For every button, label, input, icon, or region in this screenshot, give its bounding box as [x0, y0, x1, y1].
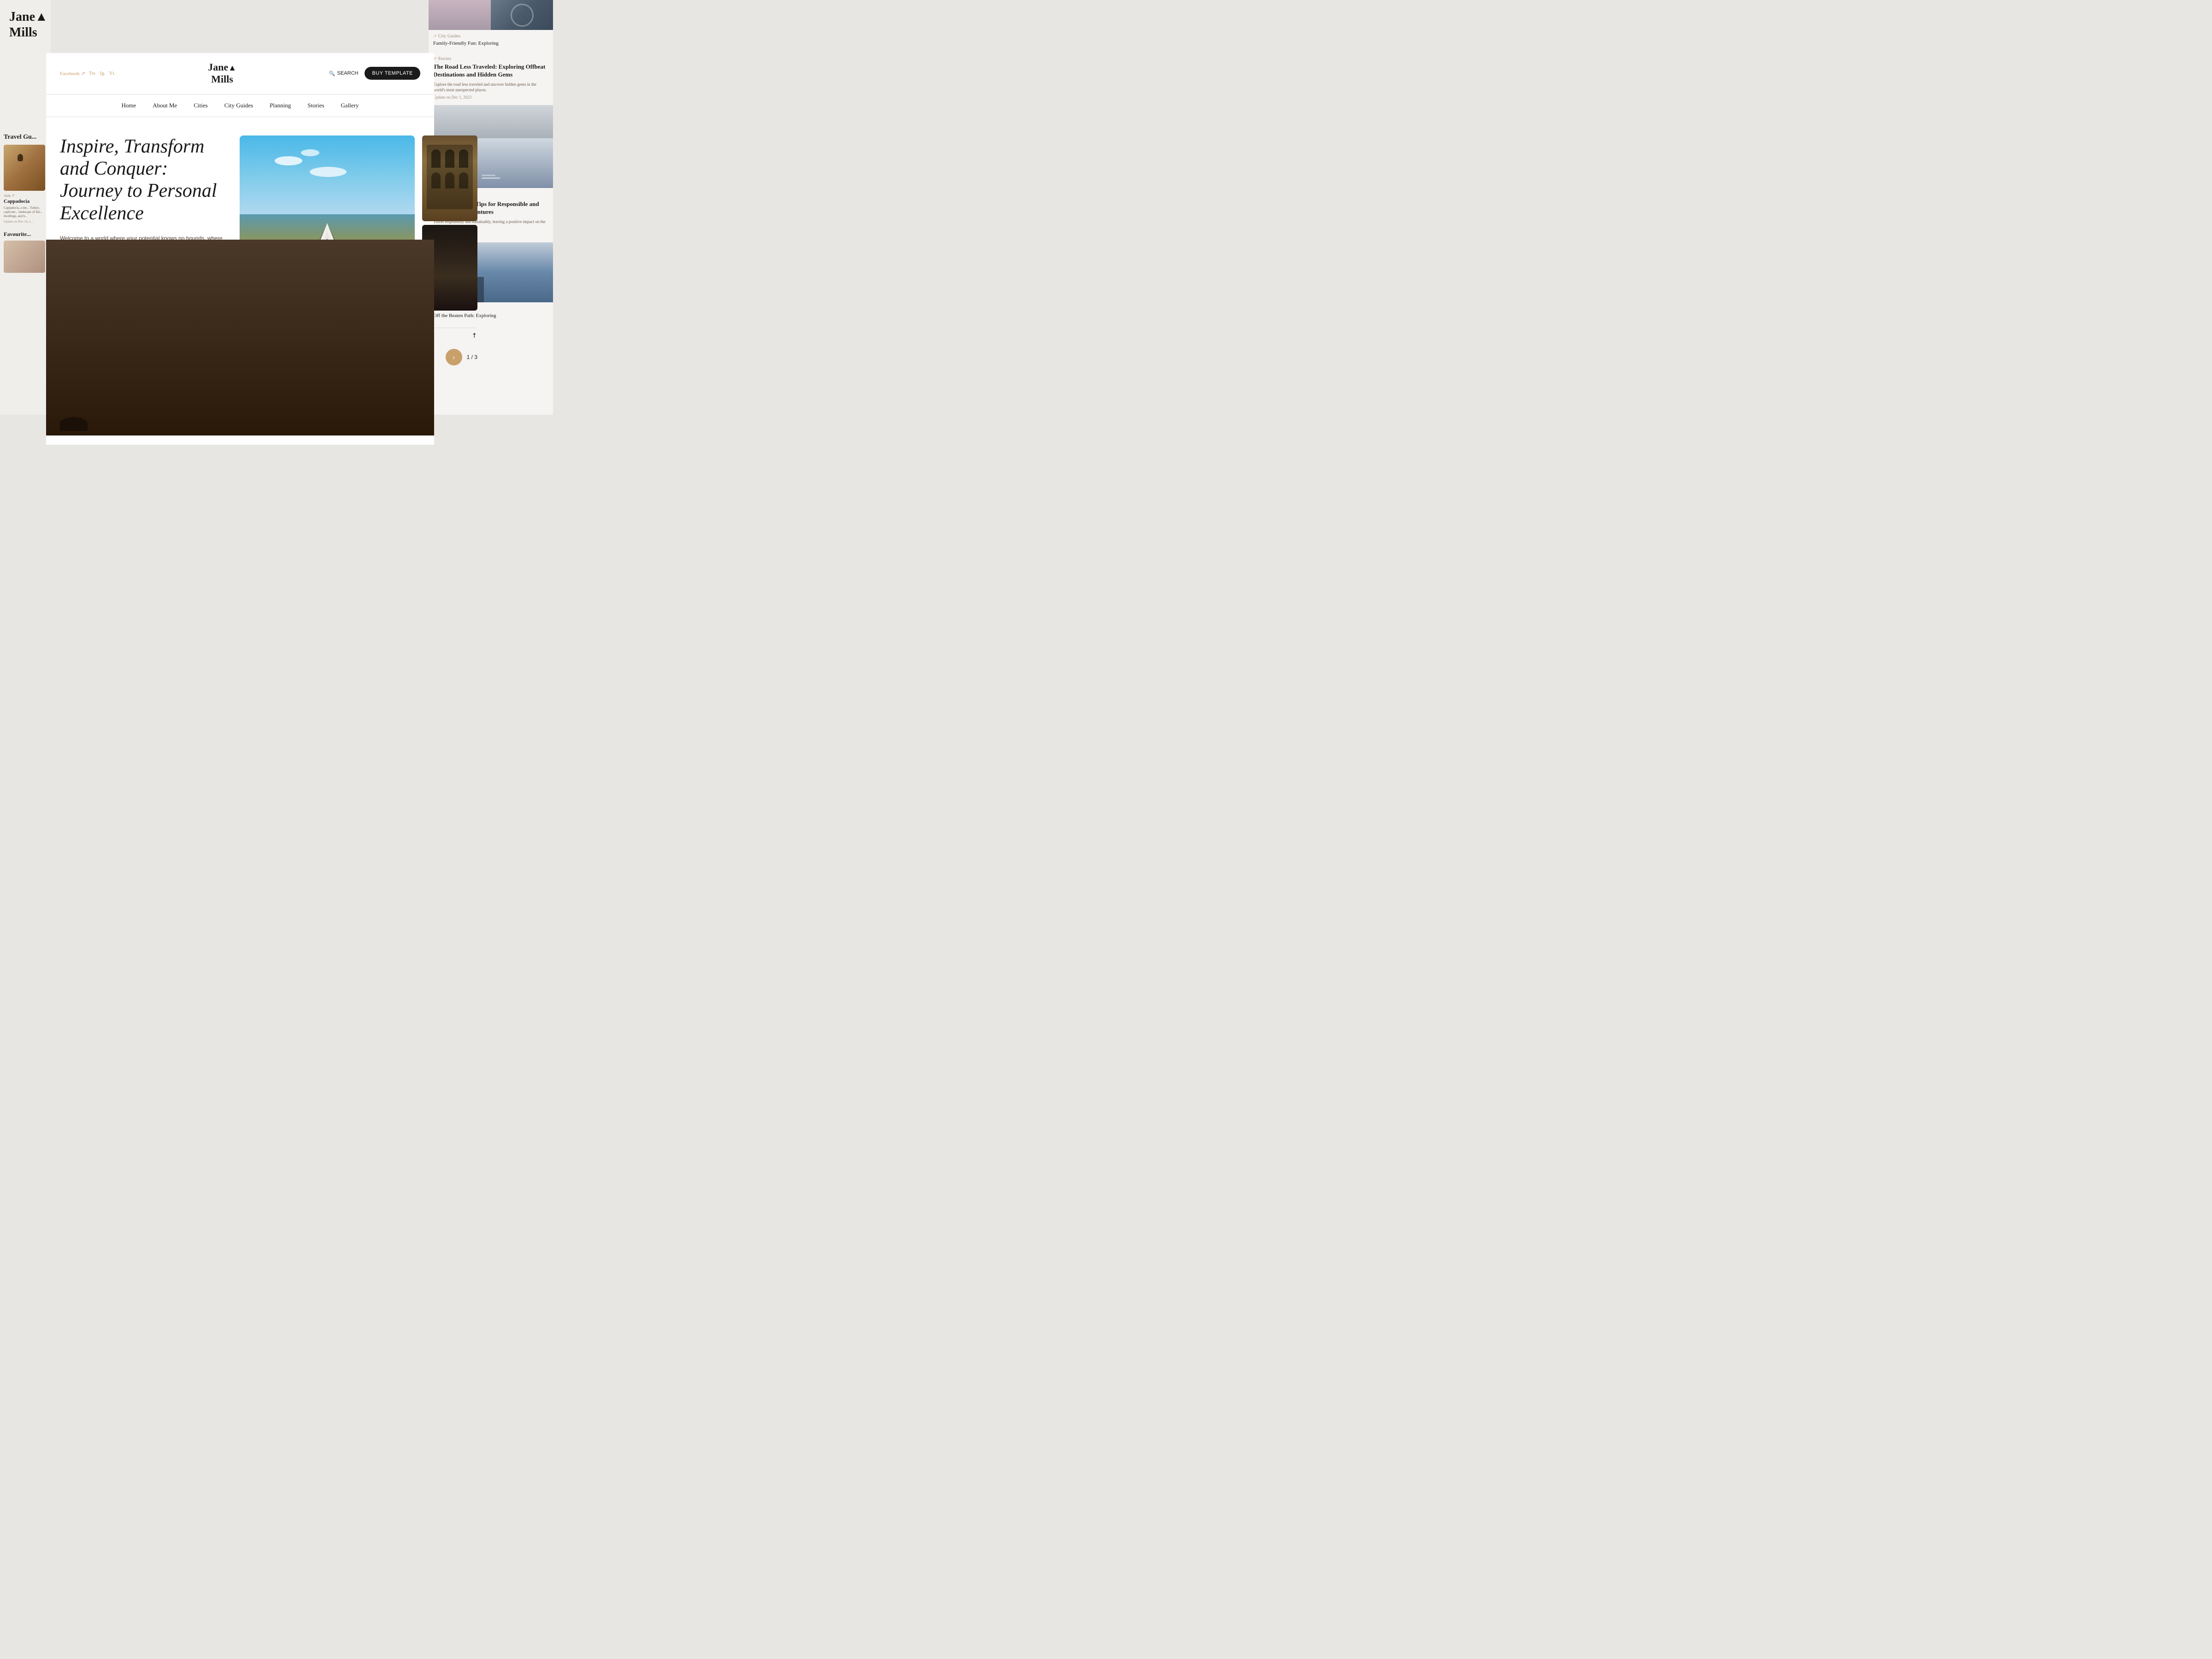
nav-city-guides[interactable]: City Guides [224, 102, 253, 109]
asia-category-tag: Asia ↗ [4, 194, 47, 198]
family-friendly-title: Family-Friendly Fun: Exploring [433, 41, 548, 46]
nav-home[interactable]: Home [121, 102, 136, 109]
cappadocia-date: Update on Nov 14, 2... [4, 220, 47, 224]
favourite-title: Favourite... [4, 231, 47, 238]
header-mountain-icon: ▲ [228, 63, 236, 72]
social-links: Facebook ↗ Tw. Ig. Yt. [60, 71, 115, 76]
twitter-link[interactable]: Tw. [89, 71, 96, 76]
favourite-image [4, 241, 45, 273]
nav-gallery[interactable]: Gallery [341, 102, 359, 109]
gallery-next-button[interactable]: › [446, 349, 462, 365]
bg-mountain-icon: ▲ [35, 10, 48, 24]
gallery-side-images [422, 135, 477, 311]
background-logo: Jane▲Mills [9, 9, 48, 40]
porthole-circle [511, 4, 534, 27]
header-logo: Jane▲Mills [208, 61, 236, 86]
instagram-link[interactable]: Ig. [100, 71, 106, 76]
nav-about-me[interactable]: About Me [153, 102, 177, 109]
purple-sky-image [429, 0, 491, 30]
next-arrow-icon: › [453, 353, 455, 361]
header: Facebook ↗ Tw. Ig. Yt. Jane▲Mills 🔍 SEAR… [46, 53, 434, 94]
youtube-link[interactable]: Yt. [109, 71, 116, 76]
facebook-link[interactable]: Facebook ↗ [60, 71, 85, 76]
hero-gallery: Mount Cook VIEW GALLERY ↗ ‹ › 1 / 3 [240, 135, 477, 370]
road-less-traveled-title: The Road Less Traveled: Exploring Offbea… [433, 63, 548, 79]
cappadocia-description: Cappadocia, a me... Turkey, captivate...… [4, 206, 47, 218]
right-city-guides-section: ↗ City Guides Family-Friendly Fun: Explo… [429, 30, 553, 51]
nav-stories[interactable]: Stories [307, 102, 324, 109]
gallery-counter: 1 / 3 [467, 354, 477, 360]
stories-section: ↗ Stories The Road Less Traveled: Explor… [429, 51, 553, 105]
cappadocia-image [4, 145, 45, 191]
stories-tag: ↗ Stories [433, 56, 548, 61]
nav-planning[interactable]: Planning [270, 102, 291, 109]
buy-template-button[interactable]: BUY TEMPLATE [365, 67, 420, 80]
nav-cities[interactable]: Cities [194, 102, 207, 109]
dark-landscape-image [422, 225, 477, 311]
travel-guides-title: Travel Gu... [4, 134, 47, 141]
colosseum-image [422, 135, 477, 221]
hero-section: Inspire, Transform and Conquer: Journey … [46, 117, 434, 384]
search-icon: 🔍 [329, 71, 335, 76]
search-button[interactable]: 🔍 SEARCH [329, 71, 359, 76]
main-nav: Home About Me Cities City Guides Plannin… [46, 94, 434, 117]
left-panel: Travel Gu... Asia ↗ Cappadocia Cappadoci… [0, 129, 51, 277]
header-actions: 🔍 SEARCH BUY TEMPLATE [329, 67, 420, 80]
porthole-image [491, 0, 553, 30]
main-panel: Facebook ↗ Tw. Ig. Yt. Jane▲Mills 🔍 SEAR… [46, 53, 434, 445]
road-less-traveled-desc: Explore the road less traveled and uncov… [433, 82, 548, 93]
cappadocia-place: Cappadocia [4, 199, 47, 204]
hero-title: Inspire, Transform and Conquer: Journey … [60, 135, 226, 224]
city-guides-tag-top: ↗ City Guides [433, 34, 548, 39]
road-less-traveled-date: Update on Dec 1, 2023 [433, 95, 548, 100]
right-top-images [429, 0, 553, 30]
